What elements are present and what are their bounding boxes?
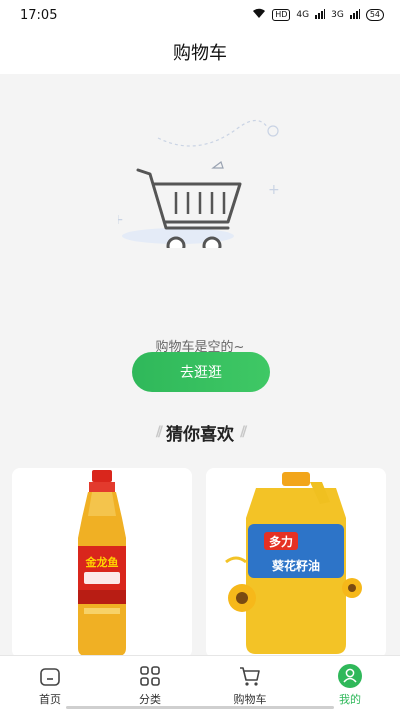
page-header: 购物车 — [0, 30, 400, 74]
wifi-icon — [252, 8, 266, 22]
tab-label: 购物车 — [233, 693, 267, 706]
tab-home[interactable]: 首页 — [0, 656, 100, 711]
product-image: 金龙鱼 — [78, 470, 126, 656]
decorative-slash-icon: // — [155, 424, 163, 440]
network-3g-indicator: 3G — [331, 10, 344, 20]
svg-text:+: + — [118, 212, 124, 228]
page-title: 购物车 — [173, 43, 227, 64]
battery-indicator: 54 — [365, 9, 384, 21]
tab-category[interactable]: 分类 — [100, 656, 200, 711]
bottle-product-label: 葵花籽油 — [271, 558, 320, 573]
home-indicator — [66, 706, 334, 709]
home-icon — [38, 664, 62, 688]
tab-label: 首页 — [39, 693, 61, 706]
tab-cart[interactable]: 购物车 — [200, 656, 300, 711]
empty-cart-illustration: + + — [118, 119, 280, 248]
bottle-brand-label: 多力 — [269, 534, 293, 549]
category-grid-icon — [138, 664, 162, 688]
product-card[interactable]: 多力 葵花籽油 — [206, 468, 386, 658]
recommend-section-title: // 猜你喜欢 // — [0, 420, 400, 445]
signal-icon — [315, 8, 326, 22]
go-shopping-button[interactable]: 去逛逛 — [132, 352, 270, 392]
recommend-title-text: 猜你喜欢 — [166, 424, 234, 445]
tab-profile[interactable]: 我的 — [300, 656, 400, 711]
decorative-slash-icon: // — [240, 424, 247, 440]
network-4g-indicator: 4G — [296, 10, 310, 20]
status-icons: HD 4G 3G 54 — [252, 8, 384, 22]
hd-badge: HD — [272, 9, 291, 21]
product-image: 多力 葵花籽油 — [225, 472, 362, 654]
tab-label: 分类 — [139, 693, 161, 706]
status-bar: 17:05 HD 4G 3G 54 — [0, 0, 400, 30]
status-time: 17:05 — [20, 7, 58, 23]
bottle-brand-label: 金龙鱼 — [85, 555, 119, 569]
cart-icon — [238, 664, 262, 688]
product-card[interactable]: 金龙鱼 — [12, 468, 192, 658]
svg-text:+: + — [268, 182, 280, 198]
bottom-tab-bar: 首页 分类 购物车 我的 — [0, 655, 400, 711]
tab-label: 我的 — [339, 693, 361, 706]
signal-icon — [349, 8, 360, 22]
user-icon — [338, 664, 362, 688]
